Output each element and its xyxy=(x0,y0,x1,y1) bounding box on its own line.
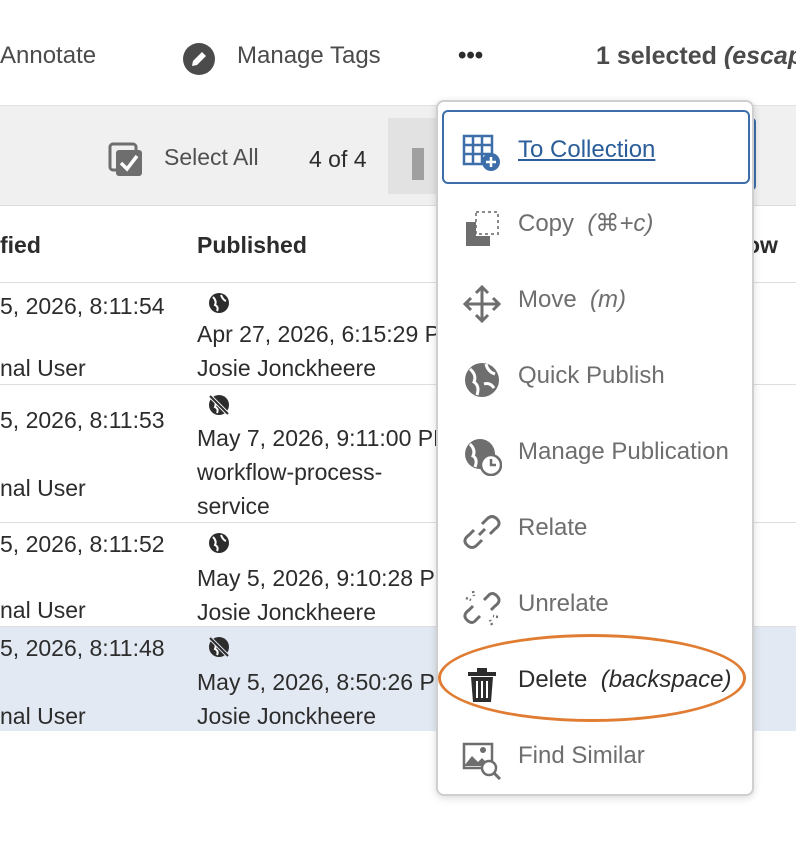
column-header-published[interactable]: Published xyxy=(197,232,307,259)
published-date: May 7, 2026, 9:11:00 PM xyxy=(197,425,453,451)
globe-icon xyxy=(462,360,502,400)
selected-escape-hint: (escap xyxy=(723,42,796,70)
column-header-modified[interactable]: fied xyxy=(0,232,41,259)
menu-item-find-similar[interactable]: Find Similar xyxy=(438,720,752,796)
published-by-continued: service xyxy=(197,493,270,519)
menu-item-manage-publication[interactable]: Manage Publication xyxy=(438,416,752,492)
select-all-checkbox-icon[interactable] xyxy=(108,142,144,178)
modified-by: nal User xyxy=(0,703,86,729)
move-icon xyxy=(462,284,502,324)
globe-icon xyxy=(207,531,231,555)
select-all-button[interactable]: Select All xyxy=(164,140,259,174)
modified-date: 5, 2026, 8:11:53 xyxy=(0,407,165,433)
action-bar: Annotate Manage Tags ••• 1 selected (esc… xyxy=(0,0,796,106)
modified-by: nal User xyxy=(0,355,86,381)
find-similar-icon xyxy=(462,740,502,781)
menu-item-label: Move (m) xyxy=(518,286,627,313)
selected-count: 1 selected xyxy=(596,42,717,70)
menu-item-to-collection[interactable]: To Collection xyxy=(438,112,752,188)
add-to-collection-icon xyxy=(462,132,502,172)
menu-item-label: Relate xyxy=(518,514,588,541)
unpublished-globe-icon xyxy=(207,393,231,417)
published-date: Apr 27, 2026, 6:15:29 PM xyxy=(197,321,460,347)
menu-item-relate[interactable]: Relate xyxy=(438,492,752,568)
published-by: workflow-process- xyxy=(197,459,383,485)
menu-item-copy[interactable]: Copy (⌘+c) xyxy=(438,188,752,264)
selection-status: 1 selected (escap xyxy=(596,38,796,74)
modified-date: 5, 2026, 8:11:48 xyxy=(0,635,165,661)
menu-item-label: Find Similar xyxy=(518,742,645,769)
menu-item-label: To Collection xyxy=(518,136,656,163)
published-by: Josie Jonckheere xyxy=(197,355,376,381)
menu-item-label: Copy (⌘+c) xyxy=(518,210,654,237)
globe-icon xyxy=(207,291,231,315)
menu-item-unrelate[interactable]: Unrelate xyxy=(438,568,752,644)
menu-item-label: Manage Publication xyxy=(518,438,729,465)
copy-icon xyxy=(462,208,502,248)
link-icon xyxy=(462,512,502,552)
published-by: Josie Jonckheere xyxy=(197,599,376,625)
item-count: 4 of 4 xyxy=(309,146,367,172)
unlink-icon xyxy=(462,588,502,628)
annotate-button[interactable]: Annotate xyxy=(0,38,96,74)
delete-highlight-annotation xyxy=(438,634,746,722)
manage-publication-icon xyxy=(462,436,503,477)
menu-item-label: Unrelate xyxy=(518,590,609,617)
menu-item-label: Quick Publish xyxy=(518,362,665,389)
modified-date: 5, 2026, 8:11:54 xyxy=(0,293,165,319)
more-actions-button[interactable]: ••• xyxy=(458,38,483,74)
manage-tags-icon[interactable] xyxy=(182,42,216,76)
menu-item-move[interactable]: Move (m) xyxy=(438,264,752,340)
manage-tags-button[interactable]: Manage Tags xyxy=(237,38,381,74)
published-date: May 5, 2026, 9:10:28 PM xyxy=(197,565,454,591)
modified-date: 5, 2026, 8:11:52 xyxy=(0,531,165,557)
published-date: May 5, 2026, 8:50:26 PM xyxy=(197,669,454,695)
modified-by: nal User xyxy=(0,597,86,623)
unpublished-globe-icon xyxy=(207,635,231,659)
modified-by: nal User xyxy=(0,475,86,501)
menu-item-quick-publish[interactable]: Quick Publish xyxy=(438,340,752,416)
published-by: Josie Jonckheere xyxy=(197,703,376,729)
